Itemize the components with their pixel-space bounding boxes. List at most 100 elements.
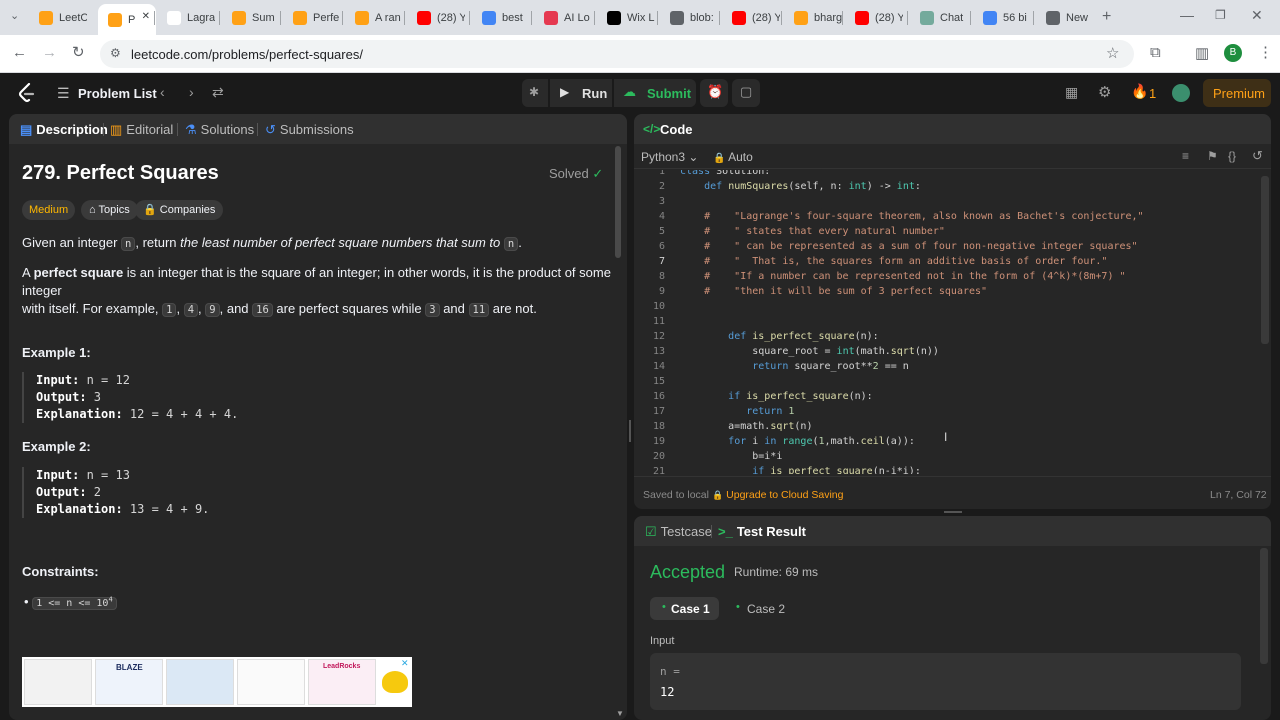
back-arrow-icon[interactable]: ←	[12, 44, 27, 61]
site-info-icon[interactable]: ⚙	[110, 46, 121, 60]
line-number: 14	[652, 361, 665, 372]
code-tab[interactable]: Code	[660, 122, 693, 137]
premium-button[interactable]: Premium	[1203, 79, 1271, 107]
tab-favicon-icon	[920, 11, 934, 25]
tab-test-result[interactable]: >_ Test Result	[718, 524, 806, 539]
panel-splitter-vertical[interactable]	[629, 420, 631, 442]
browser-tab[interactable]: Chat	[910, 5, 968, 31]
streak-fire-icon[interactable]: 🔥	[1131, 83, 1148, 100]
result-scrollbar[interactable]	[1260, 548, 1268, 664]
inline-code: n	[503, 237, 519, 251]
problem-title[interactable]: 279. Perfect Squares	[22, 162, 219, 185]
browser-tab[interactable]: 56 bi	[973, 5, 1031, 31]
tab-editorial[interactable]: ▥ Editorial	[110, 122, 173, 138]
topics-tag[interactable]: ⌂ Topics	[81, 200, 138, 220]
tab-title: Wix L	[627, 12, 655, 24]
url-text[interactable]: leetcode.com/problems/perfect-squares/	[131, 47, 363, 62]
browser-tab[interactable]: Lagra	[157, 5, 215, 31]
streak-count[interactable]: 1	[1149, 86, 1156, 101]
leetcode-logo-icon[interactable]	[18, 83, 36, 103]
browser-tab[interactable]: New	[1036, 5, 1094, 31]
case-1-tab[interactable]: • Case 1	[650, 597, 719, 620]
minimize-icon[interactable]: —	[1180, 7, 1194, 23]
browser-menu-icon[interactable]: ⋮	[1258, 43, 1273, 61]
tab-submissions[interactable]: ↺ Submissions	[265, 122, 354, 138]
profile-avatar[interactable]: B	[1224, 44, 1242, 62]
address-bar[interactable]: ⚙ leetcode.com/problems/perfect-squares/…	[100, 40, 1134, 68]
user-avatar[interactable]	[1172, 84, 1190, 102]
upgrade-link[interactable]: 🔒 Upgrade to Cloud Saving	[712, 489, 843, 501]
tab-description[interactable]: ▤ Description	[20, 122, 108, 138]
layout-grid-icon[interactable]: ▦	[1065, 84, 1078, 101]
advertisement-banner[interactable]: BLAZE LeadRocks ✕	[22, 657, 412, 707]
code-line: 6 # " can be represented as a sum of fou…	[634, 239, 1259, 254]
bookmark-icon[interactable]: ⚑	[1207, 149, 1218, 163]
timer-button[interactable]: ⏰	[700, 79, 728, 107]
line-number: 15	[652, 376, 665, 387]
submit-button[interactable]: ☁ Submit	[614, 79, 696, 107]
bookmark-star-icon[interactable]: ☆	[1106, 44, 1119, 62]
browser-tab[interactable]: best	[472, 5, 530, 31]
input-value-box: n = 12	[650, 653, 1241, 710]
line-number: 13	[652, 346, 665, 357]
lock-icon: 🔒	[713, 153, 726, 164]
case-2-tab[interactable]: • Case 2	[727, 597, 796, 620]
ad-close-icon[interactable]: ✕	[401, 658, 409, 669]
format-icon[interactable]: ≡	[1182, 149, 1189, 163]
tab-separator	[154, 11, 155, 25]
notes-button[interactable]: ▢	[732, 79, 760, 107]
restore-icon[interactable]: ❐	[1215, 8, 1226, 22]
problem-list-link[interactable]: Problem List	[78, 86, 157, 101]
browser-tab[interactable]: (28) Y	[407, 5, 465, 31]
ad-thumb	[24, 659, 92, 705]
browser-tab[interactable]: P ✕	[98, 4, 156, 35]
line-number: 8	[658, 271, 665, 282]
scroll-down-arrow-icon[interactable]: ▼	[616, 709, 624, 718]
code-line: 13 square_root = int(math.sqrt(n))	[634, 344, 1259, 359]
close-tab-icon[interactable]: ✕	[142, 11, 150, 22]
run-button[interactable]: ▶ Run	[550, 79, 612, 107]
browser-tab[interactable]: AI Lo	[534, 5, 592, 31]
tab-solutions[interactable]: ⚗ Solutions	[185, 122, 254, 138]
language-select[interactable]: Python3 ⌄	[641, 150, 698, 164]
prev-problem-icon[interactable]: ‹	[160, 84, 165, 100]
new-tab-plus-icon[interactable]: +	[1102, 8, 1111, 26]
code-line: 17 return 1	[634, 404, 1259, 419]
code-scrollbar[interactable]	[1261, 176, 1269, 344]
browser-tab[interactable]: (28) Y	[722, 5, 780, 31]
tab-search-chevron-icon[interactable]: ⌄	[10, 9, 19, 22]
next-problem-icon[interactable]: ›	[189, 84, 194, 100]
braces-icon[interactable]: {}	[1228, 149, 1236, 163]
browser-tab[interactable]: Sum	[222, 5, 280, 31]
close-window-icon[interactable]: ✕	[1251, 7, 1263, 24]
code-editor[interactable]: 1 class Solution: 2 def numSquares(self, n…	[634, 170, 1259, 474]
extensions-icon[interactable]: ⧉	[1150, 44, 1161, 61]
mode-select[interactable]: 🔒 Auto	[713, 150, 753, 164]
browser-tab[interactable]: Perfe	[283, 5, 341, 31]
panel-splitter-horizontal[interactable]	[944, 511, 962, 513]
settings-gear-icon[interactable]: ⚙	[1098, 83, 1111, 101]
tab-favicon-icon	[482, 11, 496, 25]
run-label: Run	[582, 86, 608, 101]
browser-tab[interactable]: (28) Y	[845, 5, 903, 31]
forward-arrow-icon[interactable]: →	[42, 44, 57, 61]
inline-code: 9	[205, 303, 220, 317]
browser-tab[interactable]: Wix L	[597, 5, 655, 31]
companies-tag[interactable]: 🔒 Companies	[135, 200, 224, 220]
side-panel-icon[interactable]: ▥	[1195, 44, 1209, 62]
tab-testcase[interactable]: ☑ Testcase	[645, 524, 712, 540]
description-scrollbar[interactable]	[615, 146, 621, 258]
browser-tab[interactable]: blob:	[660, 5, 718, 31]
reload-icon[interactable]: ↻	[72, 43, 85, 61]
description-panel: ▤ Description ▥ Editorial ⚗ Solutions ↺ Subm…	[9, 114, 627, 720]
tab-favicon-icon	[544, 11, 558, 25]
problem-list-icon[interactable]: ☰	[57, 85, 70, 102]
debug-button[interactable]: ✱	[522, 79, 548, 107]
ad-leadrocks-text: LeadRocks	[323, 663, 361, 670]
text-cursor-icon: I	[944, 430, 948, 444]
shuffle-icon[interactable]: ⇄	[212, 84, 224, 101]
browser-tab[interactable]: LeetC	[29, 5, 87, 31]
browser-tab[interactable]: bharg	[784, 5, 842, 31]
browser-tab[interactable]: A ran	[345, 5, 403, 31]
reset-icon[interactable]: ↺	[1252, 148, 1263, 164]
